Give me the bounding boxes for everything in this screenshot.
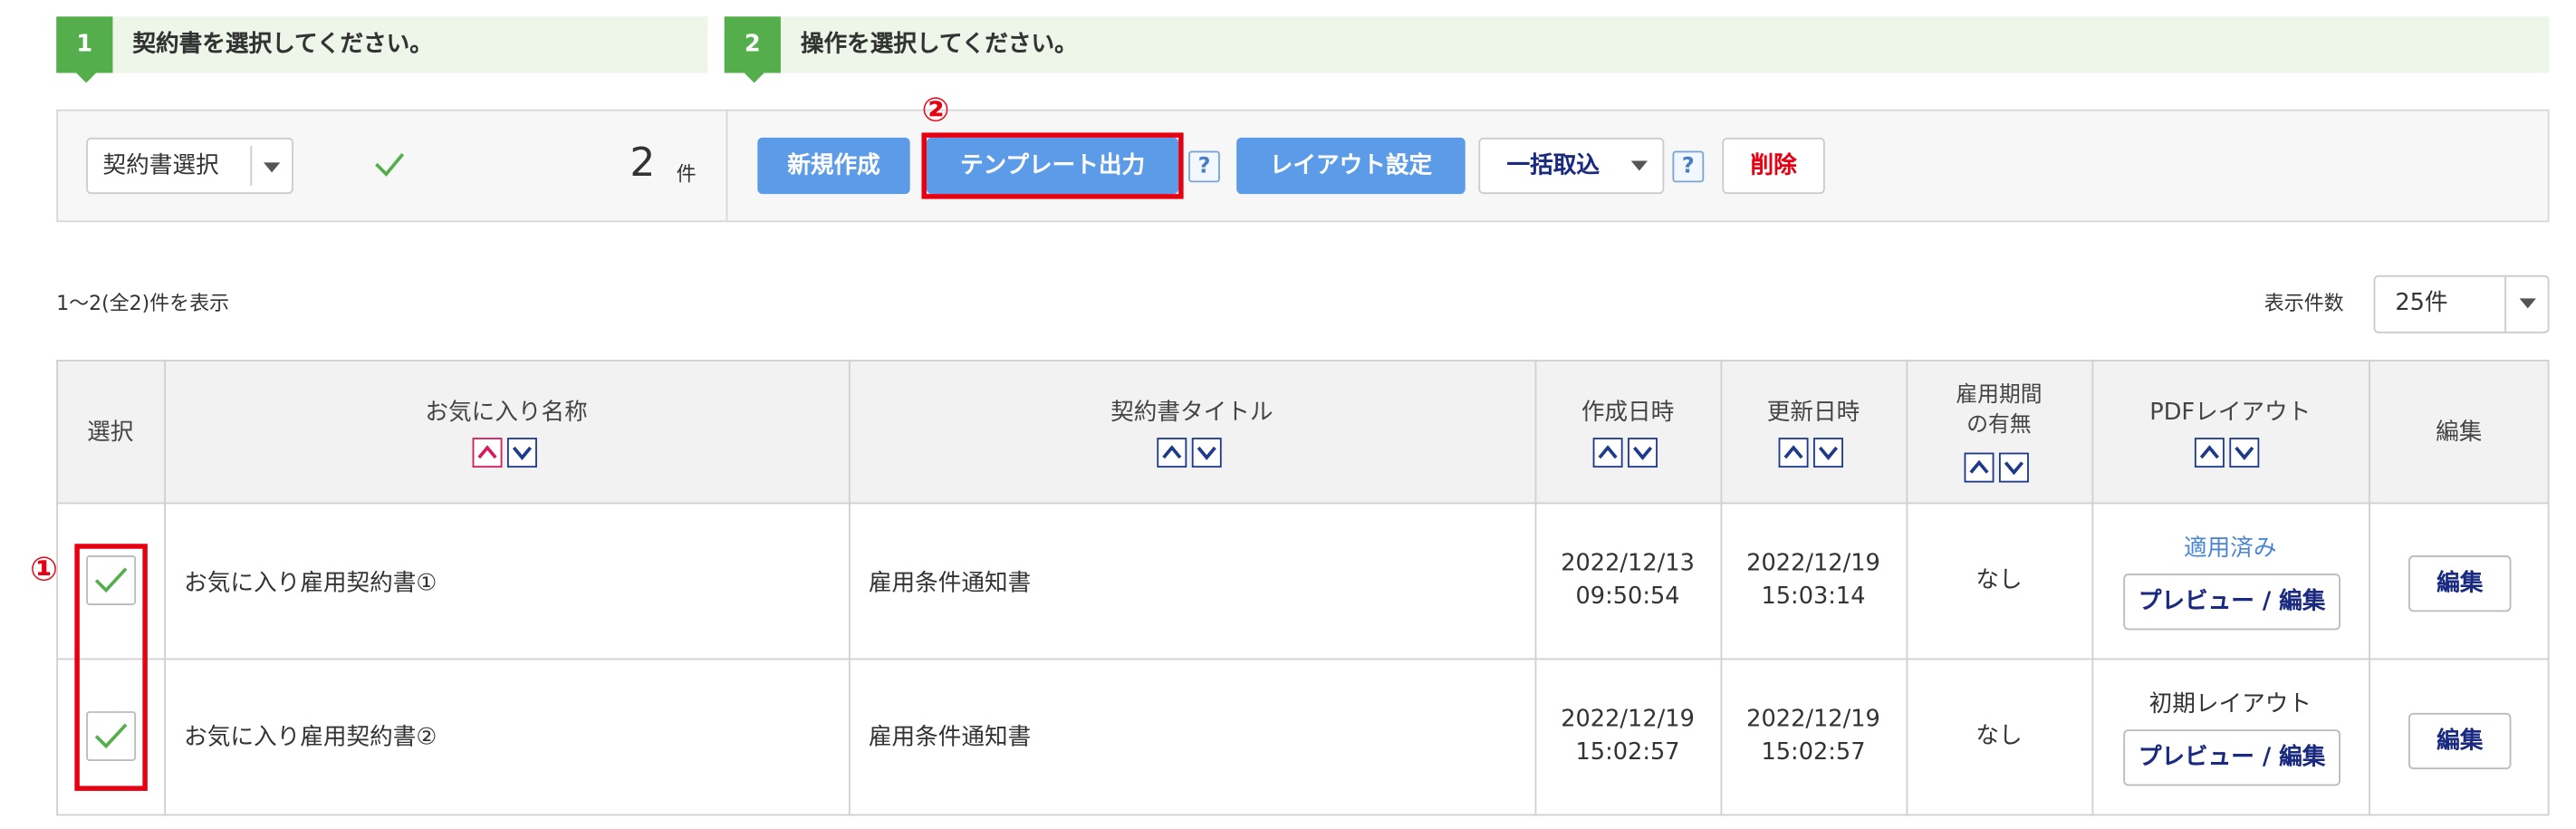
row-2-updated-time: 15:02:57 [1761, 739, 1866, 766]
contract-select-dropdown[interactable]: 契約書選択 [86, 137, 293, 195]
per-page-value: 25件 [2395, 290, 2448, 317]
row-divider [56, 658, 2550, 660]
sort-desc-icon[interactable] [1813, 438, 1843, 468]
sort-asc-icon[interactable] [1964, 452, 1994, 483]
sort-asc-icon[interactable] [1592, 438, 1623, 468]
header-period: 雇用期間 の有無 [1907, 381, 2092, 441]
header-updated: 更新日時 [1766, 400, 1860, 427]
col-divider [848, 360, 851, 816]
row-1-preview-edit-button[interactable]: プレビュー / 編集 [2123, 574, 2341, 631]
header-contract-title: 契約書タイトル [1110, 400, 1274, 427]
row-1-created-date: 2022/12/13 [1561, 550, 1695, 577]
sort-asc-icon[interactable] [1778, 438, 1809, 468]
sort-asc-icon[interactable] [2194, 438, 2225, 468]
row-1-updated: 2022/12/19 15:03:14 [1721, 547, 1907, 613]
toolbar-divider [726, 109, 728, 223]
range-text: 1～2(全2)件を表示 [56, 292, 230, 315]
step-1-bar: 1 契約書を選択してください。 [56, 16, 708, 83]
step-2-label: 操作を選択してください。 [800, 31, 1078, 59]
row-2-layout-status: 初期レイアウト [2148, 691, 2312, 718]
row-1-edit-button[interactable]: 編集 [2408, 555, 2512, 612]
row-2-period: なし [1975, 722, 2023, 750]
dropdown-separator [2504, 276, 2506, 332]
sort-desc-icon[interactable] [2229, 438, 2260, 468]
sort-desc-icon[interactable] [506, 438, 537, 468]
help-icon[interactable]: ? [1672, 150, 1705, 183]
header-period-line1: 雇用期間 [1956, 382, 2043, 409]
row-2-name: お気に入り雇用契約書② [184, 724, 437, 751]
sort-pdf-layout [2194, 438, 2260, 468]
row-1-updated-time: 15:03:14 [1761, 583, 1866, 611]
sort-desc-icon[interactable] [1628, 438, 1658, 468]
chevron-down-icon [1630, 160, 1648, 171]
check-icon [375, 153, 405, 177]
new-create-button[interactable]: 新規作成 [757, 137, 910, 195]
chevron-down-icon [2519, 298, 2536, 309]
annotation-1: ① [29, 548, 58, 589]
step-2-bar: 2 操作を選択してください。 [724, 16, 2550, 83]
row-2-preview-edit-button[interactable]: プレビュー / 編集 [2123, 729, 2341, 786]
row-2-created: 2022/12/19 15:02:57 [1535, 703, 1721, 769]
header-pdf-layout: PDFレイアウト [2149, 400, 2312, 427]
row-1-created: 2022/12/13 09:50:54 [1535, 547, 1721, 613]
sort-asc-icon[interactable] [472, 438, 503, 468]
highlight-template-button [921, 132, 1184, 199]
delete-button[interactable]: 削除 [1722, 137, 1825, 195]
bulk-import-label: 一括取込 [1506, 152, 1600, 179]
row-1-title: 雇用条件通知書 [868, 570, 1032, 597]
step-1-number: 1 [56, 16, 113, 83]
per-page-label: 表示件数 [2264, 292, 2344, 315]
dropdown-separator [250, 146, 253, 186]
step-1-label: 契約書を選択してください。 [132, 31, 433, 59]
sort-asc-icon[interactable] [1157, 438, 1187, 468]
sort-favorite-name [472, 438, 537, 468]
sort-contract-title [1157, 438, 1222, 468]
highlight-checkboxes [74, 544, 148, 791]
chevron-down-icon [263, 162, 281, 173]
row-1-name: お気に入り雇用契約書① [184, 570, 437, 597]
per-page-select[interactable]: 25件 [2373, 275, 2550, 333]
row-2-updated: 2022/12/19 15:02:57 [1721, 703, 1907, 769]
step-2-number: 2 [724, 16, 781, 83]
col-divider [164, 360, 166, 816]
row-2-created-time: 15:02:57 [1575, 739, 1680, 766]
page: 1 契約書を選択してください。 2 操作を選択してください。 契約書選択 2 件… [0, 0, 2576, 829]
row-2-created-date: 2022/12/19 [1561, 706, 1695, 733]
sort-period [1964, 452, 2029, 483]
selected-count-unit: 件 [676, 162, 697, 186]
row-1-created-time: 09:50:54 [1575, 583, 1680, 611]
header-edit: 編集 [2436, 419, 2483, 447]
row-2-updated-date: 2022/12/19 [1746, 706, 1880, 733]
layout-settings-button[interactable]: レイアウト設定 [1236, 137, 1466, 195]
annotation-2: ② [921, 89, 950, 130]
row-1-period: なし [1975, 566, 2023, 594]
header-select: 選択 [87, 419, 134, 447]
header-period-line2: の有無 [1966, 412, 2032, 439]
contract-select-label: 契約書選択 [102, 152, 219, 179]
row-1-updated-date: 2022/12/19 [1746, 550, 1880, 577]
header-favorite-name: お気に入り名称 [425, 400, 588, 427]
sort-desc-icon[interactable] [1191, 438, 1222, 468]
help-icon[interactable]: ? [1188, 150, 1220, 183]
row-2-title: 雇用条件通知書 [868, 724, 1032, 751]
sort-desc-icon[interactable] [1998, 452, 2029, 483]
col-divider [2091, 360, 2094, 816]
row-1-layout-status: 適用済み [2184, 535, 2277, 563]
row-2-edit-button[interactable]: 編集 [2408, 712, 2512, 770]
bulk-import-button[interactable]: 一括取込 [1478, 137, 1665, 195]
sort-created [1592, 438, 1658, 468]
sort-updated [1778, 438, 1843, 468]
row-divider [56, 502, 2550, 505]
selected-count: 2 [630, 139, 656, 186]
header-created: 作成日時 [1581, 400, 1675, 427]
